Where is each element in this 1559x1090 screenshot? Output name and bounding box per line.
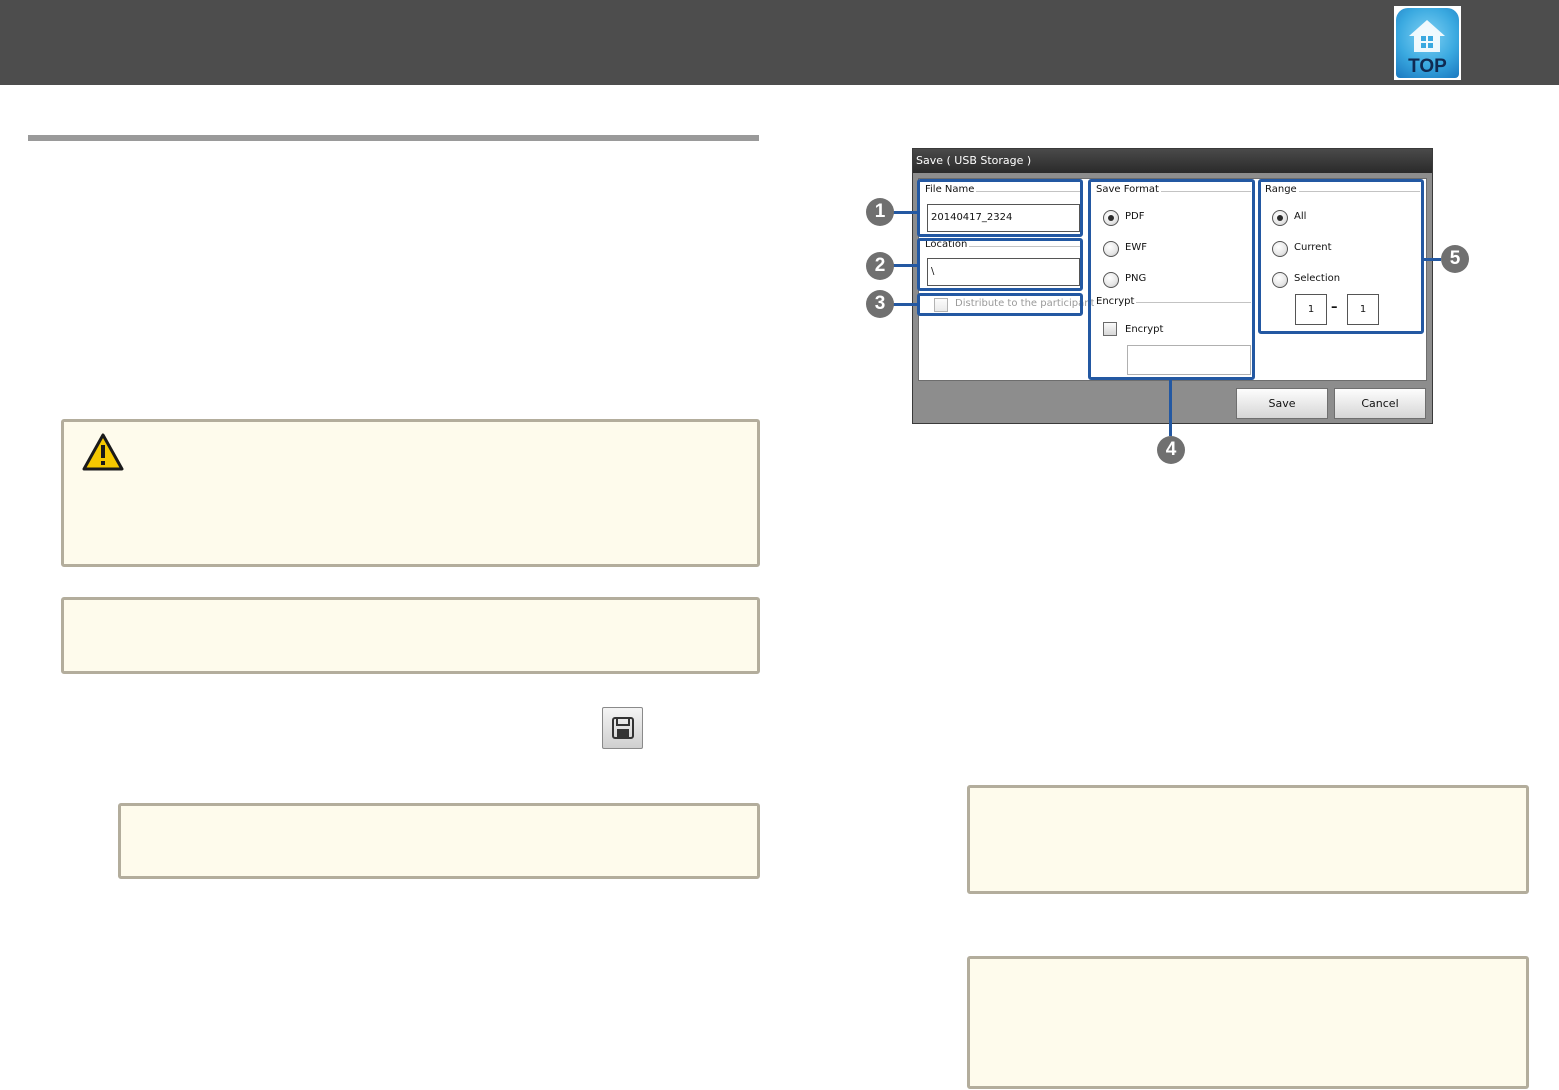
highlight-save-format [1088,179,1255,380]
highlight-location [917,238,1083,291]
warning-box [61,419,760,567]
house-icon [1409,20,1445,52]
leader-line-1 [893,211,918,214]
note-box-1 [61,597,760,674]
dialog-title: Save ( USB Storage ) [913,149,1432,173]
callout-5: 5 [1441,245,1469,273]
note-box-2 [118,803,760,879]
note-box-3 [967,785,1529,894]
cancel-button[interactable]: Cancel [1334,388,1426,419]
header-bar: TOP [0,0,1559,85]
save-button[interactable]: Save [1236,388,1328,419]
highlight-range [1258,179,1424,334]
warning-triangle-icon [82,433,124,471]
top-button[interactable]: TOP [1394,6,1461,80]
leader-line-5 [1424,258,1441,261]
callout-2: 2 [866,252,894,280]
floppy-disk-icon [612,717,634,739]
highlight-file-name [917,179,1083,237]
leader-line-3 [893,303,918,306]
callout-1: 1 [866,198,894,226]
save-toolbar-button[interactable] [602,707,643,749]
leader-line-2 [893,264,918,267]
highlight-distribute [917,293,1083,316]
top-button-label: TOP [1408,56,1447,77]
callout-4: 4 [1157,436,1185,464]
callout-3: 3 [866,290,894,318]
section-divider [28,135,759,141]
note-box-4 [967,956,1529,1089]
leader-line-4 [1169,380,1172,436]
